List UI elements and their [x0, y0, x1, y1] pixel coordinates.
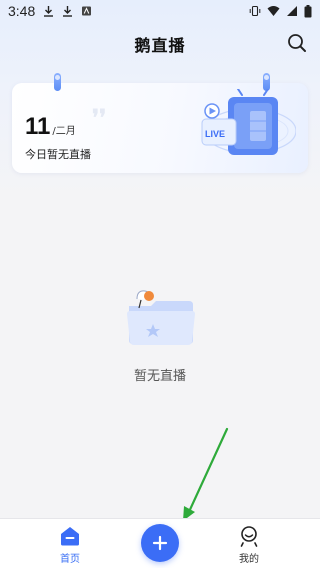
empty-state-text: 暂无直播: [133, 369, 186, 384]
date-status: 今日暂无直播: [25, 148, 91, 161]
download-icon: [63, 6, 73, 17]
plus-icon: [152, 535, 168, 551]
status-right: [249, 4, 312, 18]
vibrate-icon: [249, 5, 261, 17]
search-icon[interactable]: [286, 32, 308, 54]
live-tv-illustration: LIVE: [201, 89, 296, 155]
quote-decoration: ❜❜: [92, 105, 107, 131]
nav-item-profile[interactable]: 我的: [219, 525, 279, 567]
date-day: 11: [25, 113, 51, 140]
status-time: 3:48: [8, 3, 36, 19]
nav-item-home[interactable]: 首页: [40, 525, 100, 567]
download-icon: [44, 6, 54, 17]
add-live-button[interactable]: [141, 524, 179, 562]
profile-icon: [240, 526, 258, 547]
pin-icon: [54, 73, 61, 91]
app-notification-icon: [82, 6, 92, 16]
date-row: 11 /二月: [25, 113, 76, 141]
annotation-arrow-icon: [183, 427, 229, 521]
status-bar: 3:48: [0, 0, 320, 22]
battery-icon: [304, 4, 312, 17]
nav-label-profile: 我的: [239, 554, 259, 565]
signal-icon: [287, 6, 297, 16]
nav-label-home: 首页: [60, 554, 80, 565]
page-title: 鹅直播: [134, 36, 186, 55]
date-month: /二月: [52, 126, 76, 137]
date-card[interactable]: ❜❜ 11 /二月 今日暂无直播 LIVE: [12, 73, 308, 173]
status-left: 3:48: [8, 3, 92, 19]
live-badge-text: LIVE: [205, 129, 225, 139]
wifi-icon: [267, 6, 280, 16]
app-header: 鹅直播: [0, 26, 320, 62]
empty-folder-illustration: [127, 290, 195, 345]
home-icon: [61, 527, 79, 546]
